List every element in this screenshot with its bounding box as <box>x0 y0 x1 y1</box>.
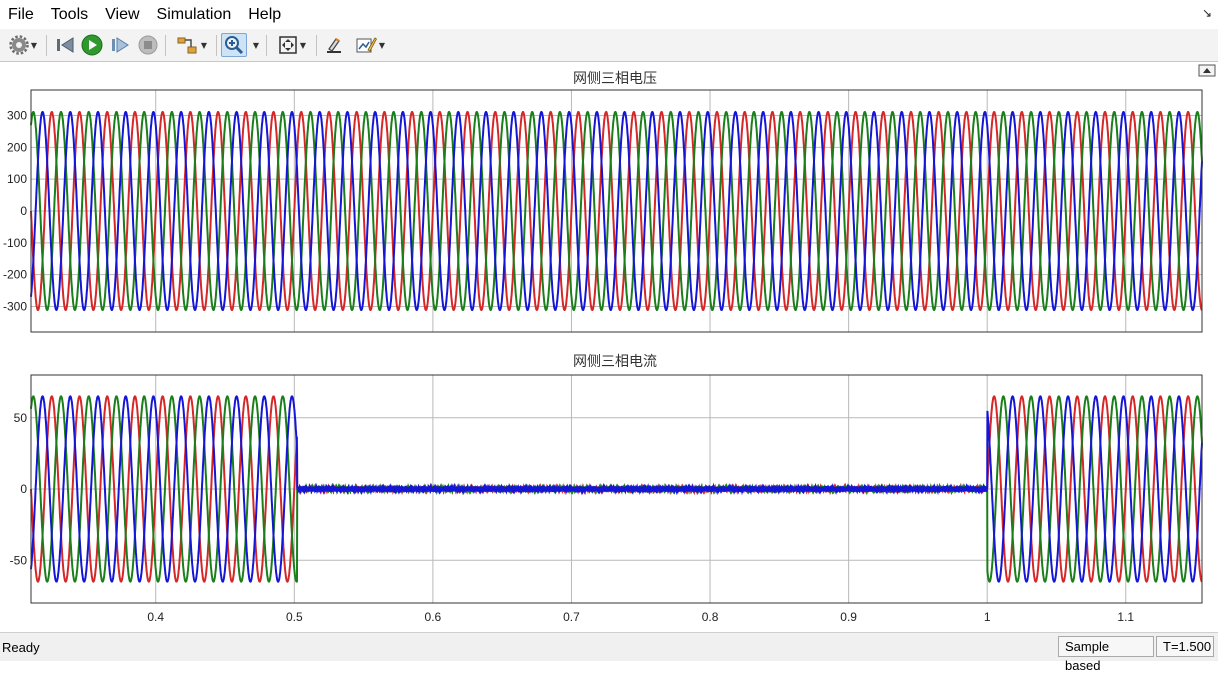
menu-file[interactable]: File <box>0 0 43 29</box>
y-tick-label: 0 <box>20 204 27 218</box>
menu-help[interactable]: Help <box>240 0 290 29</box>
toolbar-separator <box>266 35 267 56</box>
fit-to-view-button[interactable]: ▼ <box>272 33 312 57</box>
scope-plot-area: 网侧三相电压 300 200 100 0 -100 -200 -300 网侧三相电流 50 0… <box>0 62 1218 632</box>
step-forward-button[interactable] <box>108 33 132 57</box>
chevron-down-icon: ▼ <box>252 40 260 50</box>
settings-button[interactable]: ▼ <box>4 33 42 57</box>
y-tick-label: 0 <box>20 482 27 496</box>
toolbar-separator <box>46 35 47 56</box>
menu-bar: File Tools View Simulation Help ↘ <box>0 0 1218 29</box>
chevron-down-icon: ▼ <box>378 40 386 50</box>
zoom-in-button[interactable] <box>221 33 247 57</box>
toolbar-separator <box>165 35 166 56</box>
run-button[interactable] <box>80 33 104 57</box>
y-tick-label: 200 <box>7 140 27 154</box>
x-tick-label: 0.8 <box>702 610 719 624</box>
voltage-axes[interactable]: 网侧三相电压 300 200 100 0 -100 -200 -300 <box>3 71 1203 333</box>
zoom-menu-button[interactable]: ▼ <box>248 33 262 57</box>
fit-to-view-icon <box>279 36 297 54</box>
chevron-down-icon: ▼ <box>30 40 38 50</box>
chevron-down-icon: ▼ <box>200 40 208 50</box>
y-tick-label: 50 <box>14 411 28 425</box>
x-tick-label: 0.7 <box>563 610 580 624</box>
x-tick-label: 0.4 <box>147 610 164 624</box>
toolbar-separator <box>316 35 317 56</box>
signal-select-button[interactable]: ▼ <box>172 33 212 57</box>
y-tick-label: -50 <box>10 553 28 567</box>
toolbar-separator <box>216 35 217 56</box>
scope-figure[interactable]: 网侧三相电压 300 200 100 0 -100 -200 -300 网侧三相电流 50 0… <box>0 62 1218 632</box>
x-tick-label: 1.1 <box>1117 610 1134 624</box>
dock-arrow-icon[interactable]: ↘ <box>1202 6 1212 20</box>
highlight-block-icon <box>327 38 341 53</box>
undock-button[interactable] <box>1198 64 1216 77</box>
zoom-in-icon <box>225 36 244 55</box>
step-forward-icon <box>112 37 129 53</box>
x-tick-label: 0.6 <box>425 610 442 624</box>
step-back-icon <box>57 37 74 53</box>
simulation-time: T=1.500 <box>1156 636 1214 657</box>
toolbar: ▼ ▼ ▼ ▼ ▼ <box>0 29 1218 62</box>
y-tick-label: 100 <box>7 172 27 186</box>
y-tick-label: -100 <box>3 236 27 250</box>
edit-style-button[interactable]: ▼ <box>350 33 390 57</box>
status-bar: Ready Sample based T=1.500 <box>0 632 1218 673</box>
y-tick-label: -200 <box>3 268 27 282</box>
status-text: Ready <box>2 640 40 655</box>
highlight-block-button[interactable] <box>321 33 347 57</box>
x-tick-label: 0.9 <box>840 610 857 624</box>
menu-view[interactable]: View <box>97 0 148 29</box>
run-icon <box>81 34 103 56</box>
y-tick-label: 300 <box>7 108 27 122</box>
edit-style-icon <box>356 37 377 53</box>
signal-select-icon <box>177 37 197 54</box>
current-axes[interactable]: 网侧三相电流 50 0 -50 0.4 0.5 0.6 0.7 0.8 0.9 1 1.1 <box>10 354 1203 624</box>
y-tick-label: -300 <box>3 300 27 314</box>
menu-tools[interactable]: Tools <box>43 0 97 29</box>
voltage-title: 网侧三相电压 <box>573 71 657 87</box>
x-tick-label: 1 <box>984 610 991 624</box>
step-back-button[interactable] <box>53 33 77 57</box>
stop-button[interactable] <box>136 33 160 57</box>
sample-mode-indicator: Sample based <box>1058 636 1154 673</box>
menu-simulation[interactable]: Simulation <box>149 0 241 29</box>
chevron-down-icon: ▼ <box>299 40 307 50</box>
current-title: 网侧三相电流 <box>573 354 657 370</box>
x-tick-label: 0.5 <box>286 610 303 624</box>
settings-gear-icon <box>9 35 29 55</box>
stop-icon <box>138 35 158 55</box>
